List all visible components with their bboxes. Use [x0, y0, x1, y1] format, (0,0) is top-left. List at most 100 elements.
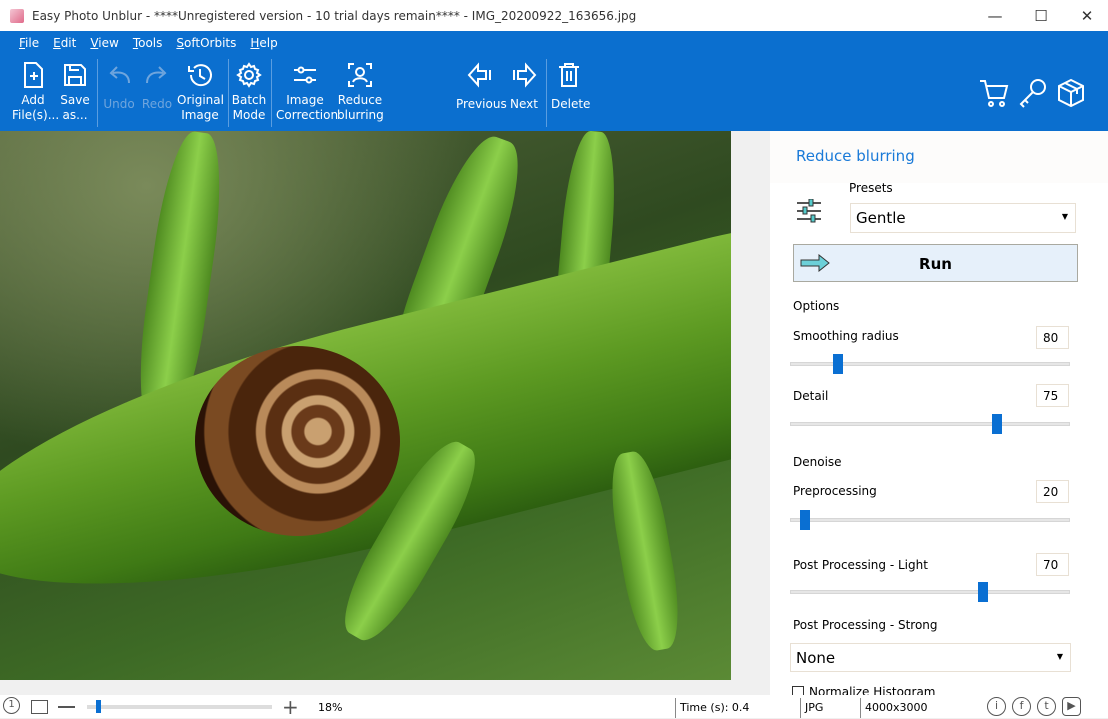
post-light-label: Post Processing - Light [793, 558, 928, 572]
add-file-icon [24, 62, 43, 88]
normalize-checkbox[interactable] [792, 686, 804, 695]
menu-bar: File Edit View Tools SoftOrbits Help [0, 31, 1108, 55]
label: Undo [103, 97, 135, 111]
detail-slider[interactable] [790, 414, 1070, 434]
label: Correction [276, 108, 339, 122]
label: Save [60, 93, 90, 107]
label: Delete [551, 97, 591, 111]
redo-button[interactable]: Redo [140, 61, 174, 112]
box-icon[interactable] [1055, 77, 1087, 109]
add-files-button[interactable]: Add File(s)... [12, 61, 60, 123]
label: File(s)... [12, 108, 60, 122]
zoom-slider-thumb[interactable] [96, 700, 102, 713]
twitter-icon[interactable]: t [1037, 697, 1056, 716]
reduce-blurring-panel: Reduce blurring Presets Gentle ▼ Run Opti… [770, 131, 1108, 695]
app-icon [10, 8, 24, 23]
detail-label: Detail [793, 389, 829, 403]
options-label: Options [793, 299, 840, 313]
minimize-button[interactable]: — [972, 0, 1018, 31]
save-icon [64, 64, 86, 86]
previous-button[interactable]: Previous [456, 61, 507, 112]
undo-button[interactable]: Undo [102, 61, 136, 112]
slider-thumb[interactable] [833, 354, 844, 374]
presets-dropdown[interactable]: Gentle ▼ [850, 203, 1076, 233]
actual-size-icon[interactable]: 1 [3, 697, 20, 714]
menu-view[interactable]: View [90, 36, 118, 55]
post-strong-dropdown[interactable]: None ▼ [790, 643, 1071, 672]
key-icon[interactable] [1017, 77, 1049, 109]
zoom-out-icon[interactable] [58, 706, 75, 708]
presets-sliders-icon [797, 199, 821, 223]
canvas-margin [731, 131, 770, 695]
label: Add [21, 93, 45, 107]
arrow-left-icon [467, 62, 491, 88]
zoom-slider[interactable] [87, 700, 272, 713]
run-button[interactable]: Run [793, 244, 1078, 282]
label: Next [510, 97, 538, 111]
menu-edit[interactable]: Edit [53, 36, 76, 55]
sliders-icon [294, 66, 316, 84]
menu-tools[interactable]: Tools [133, 36, 163, 55]
divider [800, 698, 801, 718]
preprocessing-slider[interactable] [790, 510, 1070, 530]
smoothing-radius-input[interactable]: 80 [1036, 326, 1069, 349]
divider [675, 698, 676, 718]
status-bar: 1 + 18% Time (s): 0.4 JPG 4000x3000 i f … [0, 695, 1108, 718]
toolbar: File Edit View Tools SoftOrbits Help Add… [0, 31, 1108, 131]
preset-value: Gentle [856, 209, 906, 227]
fit-window-icon[interactable] [31, 700, 48, 714]
label: Mode [232, 108, 266, 122]
image-correction-button[interactable]: Image Correction [276, 61, 339, 123]
arrow-right-icon [513, 62, 537, 88]
label: blurring [337, 108, 384, 122]
cart-icon[interactable] [978, 77, 1010, 109]
gear-icon [236, 62, 262, 88]
arrow-right-icon [800, 254, 830, 272]
presets-label: Presets [849, 181, 893, 195]
original-image-button[interactable]: Original Image [177, 61, 224, 123]
divider [97, 59, 98, 127]
smoothing-radius-slider[interactable] [790, 354, 1070, 374]
trash-icon [559, 63, 579, 87]
label: Reduce [337, 93, 383, 107]
label: as... [62, 108, 88, 122]
menu-softorbits[interactable]: SoftOrbits [176, 36, 236, 55]
zoom-percent: 18% [318, 701, 343, 714]
save-as-button[interactable]: Save as... [58, 61, 92, 123]
window-title: Easy Photo Unblur - ****Unregistered ver… [32, 8, 637, 23]
image-dimensions: 4000x3000 [865, 701, 928, 714]
post-strong-value: None [796, 649, 836, 667]
delete-button[interactable]: Delete [551, 61, 591, 112]
facebook-icon[interactable]: f [1012, 697, 1031, 716]
label: Redo [141, 97, 173, 111]
detail-input[interactable]: 75 [1036, 384, 1069, 407]
maximize-button[interactable]: ☐ [1018, 0, 1064, 31]
preprocessing-label: Preprocessing [793, 484, 877, 498]
menu-file[interactable]: File [19, 36, 39, 55]
slider-thumb[interactable] [991, 414, 1002, 434]
close-button[interactable]: ✕ [1064, 0, 1108, 31]
next-button[interactable]: Next [508, 61, 540, 112]
reduce-blurring-button[interactable]: Reduce blurring [337, 61, 384, 123]
chevron-down-icon: ▼ [1056, 652, 1063, 661]
slider-thumb[interactable] [799, 510, 810, 530]
post-light-slider[interactable] [790, 582, 1070, 602]
smoothing-radius-label: Smoothing radius [793, 329, 899, 343]
preprocessing-input[interactable]: 20 [1036, 480, 1069, 503]
info-icon[interactable]: i [987, 697, 1006, 716]
divider [546, 59, 547, 127]
history-icon [188, 64, 212, 87]
label: Previous [456, 97, 507, 111]
label: Image [286, 93, 324, 107]
batch-mode-button[interactable]: Batch Mode [231, 61, 267, 123]
photo-preview[interactable] [0, 131, 731, 680]
menu-help[interactable]: Help [250, 36, 277, 55]
undo-icon [109, 66, 130, 84]
label: Image [181, 108, 219, 122]
title-bar: Easy Photo Unblur - ****Unregistered ver… [0, 0, 1108, 31]
slider-thumb[interactable] [977, 582, 988, 602]
zoom-in-icon[interactable]: + [282, 697, 299, 717]
divider [271, 59, 272, 127]
post-light-input[interactable]: 70 [1036, 553, 1069, 576]
youtube-icon[interactable]: ▶ [1062, 697, 1081, 716]
